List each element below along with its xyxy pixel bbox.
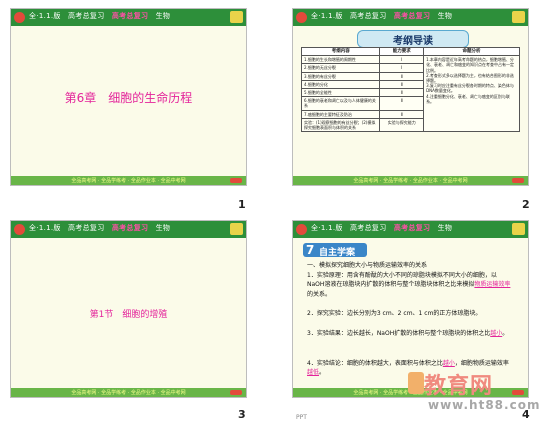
flower-icon: [296, 12, 307, 23]
page-number: 3: [238, 408, 246, 421]
slide-header-bar: 全·1.1.版 高考总复习 高考总复习 生物: [11, 221, 246, 238]
section-heading: 一、模拟探究细胞大小与物质运输效率的关系: [307, 262, 428, 269]
corner-note: PPT: [296, 414, 307, 421]
logo-icon: [512, 223, 525, 235]
table-header: 考纲内容: [300, 46, 381, 57]
logo-icon: [230, 223, 243, 235]
header-text: 全·1.1.版 高考总复习 高考总复习 生物: [29, 224, 171, 232]
page-number: 2: [522, 198, 530, 211]
answer-blank: 越小: [490, 330, 503, 337]
section-banner: 7 自主学案: [303, 243, 367, 258]
page-number: 1: [238, 198, 246, 211]
slide-footer-bar: 全品高考网 · 全品学练考 · 全品作业本 · 全品中考网: [11, 176, 246, 185]
slide-2[interactable]: 全·1.1.版 高考总复习 高考总复习 生物 考纲导读 考纲内容 能力要求 命题…: [292, 8, 529, 186]
slide-footer-bar: 全品高考网 · 全品学练考 · 全品作业本 · 全品中考网: [293, 176, 528, 185]
slide-title: 第6章 细胞的生命历程: [64, 91, 193, 105]
slide-3[interactable]: 全·1.1.版 高考总复习 高考总复习 生物 第1节 细胞的增殖 全品高考网 ·…: [10, 220, 247, 398]
table-header: 命题分析: [423, 46, 520, 57]
table-header: 能力要求: [379, 46, 425, 57]
slide-header-bar: 全·1.1.版 高考总复习 高考总复习 生物: [293, 221, 528, 238]
paragraph-1: 1．实验原理：用含有酚酞的大小不同的琼脂块模拟不同大小的细胞，以NaOH溶液在琼…: [307, 272, 511, 298]
flower-icon: [14, 12, 25, 23]
paragraph-3: 3．实验结果：边长越长，NaOH扩散的体积与整个琼脂块的体积之比越小。: [307, 330, 509, 337]
answer-blank: 物质运输效率: [474, 281, 511, 289]
answer-blank: 越小: [442, 360, 455, 367]
footer-deco-icon: [230, 178, 242, 183]
flower-icon: [296, 224, 307, 235]
footer-deco-icon: [512, 178, 524, 183]
logo-icon: [230, 11, 243, 23]
logo-icon: [512, 11, 525, 23]
table-row: 1.细胞的生长和增殖的周期性 Ⅰ 1.本章内容是近年高考命题的热点，细胞增殖、分…: [300, 55, 520, 133]
flower-icon: [14, 224, 25, 235]
slide-header-bar: 全·1.1.版 高考总复习 高考总复习 生物: [11, 9, 246, 26]
header-text: 全·1.1.版 高考总复习 高考总复习 生物: [311, 224, 453, 232]
header-text: 全·1.1.版 高考总复习 高考总复习 生物: [311, 12, 453, 20]
footer-deco-icon: [230, 390, 242, 395]
watermark: 教育网 www.ht88.com: [408, 368, 548, 424]
watermark-logo-icon: [408, 372, 424, 394]
answer-blank: 越低: [307, 369, 320, 377]
slide-footer-bar: 全品高考网 · 全品学练考 · 全品作业本 · 全品中考网: [11, 388, 246, 397]
slide-1[interactable]: 全·1.1.版 高考总复习 高考总复习 生物 第6章 细胞的生命历程 全品高考网…: [10, 8, 247, 186]
slide-header-bar: 全·1.1.版 高考总复习 高考总复习 生物: [293, 9, 528, 26]
slide-title: 第1节 细胞的增殖: [89, 310, 168, 320]
section-banner: 考纲导读: [357, 30, 469, 48]
syllabus-table: 考纲内容 能力要求 命题分析 1.细胞的生长和增殖的周期性 Ⅰ 1.本章内容是近…: [300, 46, 520, 133]
header-text: 全·1.1.版 高考总复习 高考总复习 生物: [29, 12, 171, 20]
paragraph-2: 2．探究实验：边长分别为3 cm、2 cm、1 cm的正方体琼脂块。: [307, 310, 482, 317]
